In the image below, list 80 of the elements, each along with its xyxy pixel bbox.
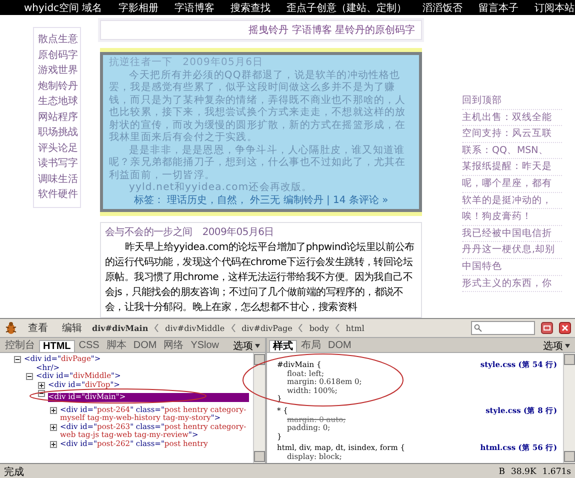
nav-link[interactable]: 歪点子创意（建站、定制）: [278, 0, 414, 14]
scrollbar[interactable]: [563, 353, 575, 463]
sidebar-link[interactable]: 回到顶部: [462, 93, 562, 110]
category-link[interactable]: 游戏世界: [38, 63, 80, 78]
post-tags: 标签： 理话历史，自然， 外三无 编制铃丹 | 14 条评论 »: [109, 194, 413, 207]
status-stat: 1.671s: [542, 467, 571, 477]
post-paragraph: yyld.net和yyidea.com还会再改版。: [128, 182, 314, 194]
panel-tab[interactable]: 网络: [160, 339, 187, 352]
nav-link[interactable]: 滔滔饭否: [414, 0, 470, 14]
category-link[interactable]: 散点生意: [38, 32, 80, 48]
expand-icon[interactable]: [50, 424, 57, 430]
separator-icon: [298, 324, 304, 332]
separator-icon: [334, 324, 340, 332]
nav-link[interactable]: 字语博客: [166, 0, 222, 14]
sidebar-link[interactable]: 呢，哪个星座，都有: [462, 176, 562, 193]
expand-icon[interactable]: [50, 440, 57, 448]
menu-item[interactable]: 查看: [24, 321, 52, 335]
category-link[interactable]: 读书写字: [38, 156, 80, 172]
separator-icon: [230, 324, 236, 332]
search-icon: [474, 324, 482, 332]
category-link[interactable]: 调味生活: [38, 172, 80, 187]
sidebar-link[interactable]: 软羊的是挺冲动的，: [462, 192, 562, 210]
sidebar-link[interactable]: 空间支持：风云互联: [462, 126, 562, 143]
separator-icon: [154, 324, 160, 332]
panel-tab[interactable]: YSlow: [188, 339, 222, 352]
panel-tab[interactable]: HTML: [39, 340, 75, 352]
post-paragraph: 今天把所有并必须的QQ群都退了，说是软羊的冲动性格也罢，我是感觉有些累了，似乎这段时间做这么多并不是为了赚钱，而只是为了某种复杂的情绪，弄得既不商业也不那啥的，人也比较累，接下来，我想尝试换个方式来走走，不想就这样的放射状的宣传，而改为缓慢的圆形扩散，新的方式在摇篮形成，在我林里面来后有会付之于实践。: [109, 70, 407, 144]
sidebar-link[interactable]: 某报纸提醒：昨天是: [462, 159, 562, 176]
expand-icon[interactable]: [38, 382, 45, 388]
sidebar-link[interactable]: 丹丹这一梗伏息,却别: [462, 242, 562, 259]
options-menu[interactable]: 选项: [540, 339, 573, 352]
category-link[interactable]: 软件硬件: [38, 187, 80, 202]
detach-button[interactable]: [541, 322, 553, 334]
category-link[interactable]: 原创码字: [38, 48, 80, 63]
expand-icon[interactable]: [50, 406, 57, 414]
panel-tab[interactable]: 脚本: [103, 339, 130, 352]
panel-tab[interactable]: 样式: [269, 340, 297, 352]
search-field[interactable]: [471, 321, 535, 335]
sidebar-link[interactable]: 联系：QQ、MSN、: [462, 142, 562, 160]
breadcrumb-item[interactable]: div#divPage: [242, 324, 292, 332]
post-paragraph: 昨天早上给yyidea.com的论坛平台增加了phpwind论坛里以前公布的运行代码功能，发现这个代码在chrome下运行会发生跳转，转回论坛原帖。我习惯了用chrome，这样无法运行带给我不方便。因为我自己不会js，只能找会的朋友咨询；不过问了几个做前端的写程序的，都说不会，让我十分郁闷。晚上在家，怎么想都不甘心，搜索资料: [105, 240, 416, 315]
bug-icon[interactable]: [4, 321, 18, 335]
caret-icon: [565, 344, 570, 348]
panel-tab[interactable]: DOM: [325, 339, 354, 352]
panel-tab[interactable]: CSS: [76, 339, 102, 352]
category-link[interactable]: 评头论足: [38, 140, 80, 156]
menu-item[interactable]: 编辑: [58, 321, 86, 335]
panel-tab[interactable]: DOM: [130, 339, 160, 352]
nav-link[interactable]: whyidc空间 域名: [16, 0, 110, 14]
breadcrumb-item[interactable]: html: [346, 324, 364, 332]
panel-tab[interactable]: 控制台: [2, 339, 38, 352]
nav-link[interactable]: 字影相册: [110, 0, 166, 14]
collapse-icon[interactable]: [26, 373, 33, 380]
breadcrumb-item[interactable]: body: [309, 324, 329, 332]
sidebar-link[interactable]: 形式主义的东西，你: [462, 276, 562, 292]
status-stat: B: [498, 467, 506, 477]
post-paragraph: 是是非非，是是恩恩，争争斗斗，人心隔肚皮，谁又知道谁呢？亲兄弟都能捅刀子，想到这，什么事也不过如此了，尤其在利益面前，一切皆浮。: [109, 144, 407, 182]
category-link[interactable]: 生态地球: [38, 94, 80, 110]
category-link[interactable]: 炮制铃丹: [38, 78, 80, 94]
breadcrumb-item[interactable]: div#divMain: [92, 323, 148, 333]
scrollbar[interactable]: [253, 353, 265, 463]
caret-icon: [255, 344, 260, 348]
category-link[interactable]: 职场挑战: [38, 125, 80, 140]
nav-link[interactable]: 搜索查找: [222, 0, 278, 14]
sidebar-link[interactable]: 中国特色: [462, 258, 562, 276]
breadcrumb-item[interactable]: div#divMiddle: [165, 324, 225, 332]
sidebar-link[interactable]: 唉！狗皮膏药！: [462, 209, 562, 226]
nav-link[interactable]: 订阅本站: [526, 0, 575, 14]
site-title: 摇曳铃丹 字语博客 星铃丹的原创码字: [100, 20, 422, 40]
nav-link[interactable]: 留言本子: [470, 0, 526, 14]
collapse-icon[interactable]: [14, 356, 21, 363]
panel-tab[interactable]: 布局: [298, 339, 324, 352]
category-link[interactable]: 网站程序: [38, 110, 80, 125]
post-title[interactable]: 会与不会的一步之间 2009年05月6日: [105, 225, 417, 240]
status-text: 完成: [4, 466, 24, 478]
sidebar-link[interactable]: 我已经被中国电信折: [462, 226, 562, 242]
options-menu[interactable]: 选项: [230, 339, 263, 352]
status-stat: 38.9K: [511, 467, 536, 477]
close-button[interactable]: [559, 322, 571, 334]
sidebar-link[interactable]: 主机出售：双线全能: [462, 110, 562, 126]
